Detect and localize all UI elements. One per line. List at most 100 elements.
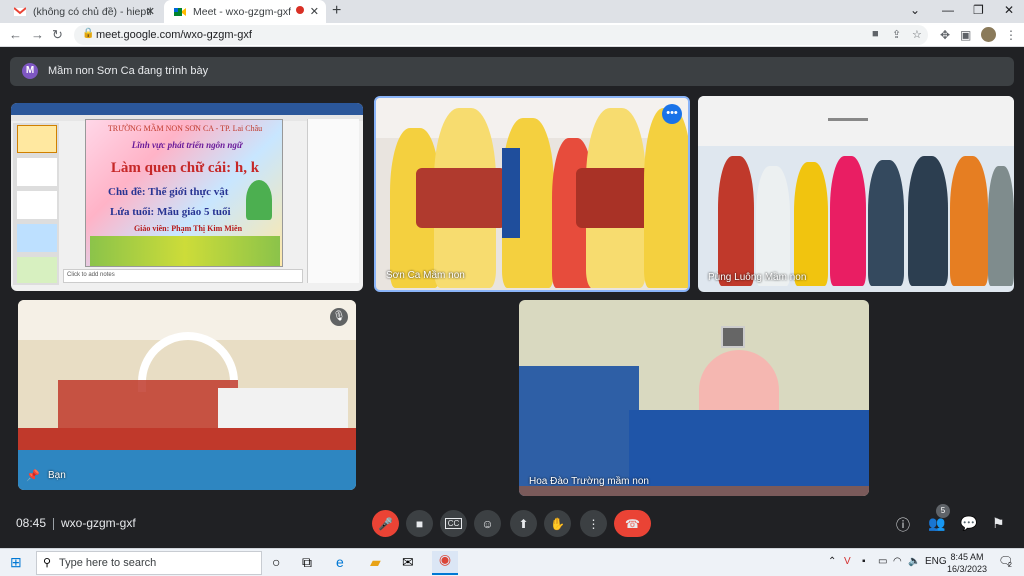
plaid-skirt [416, 168, 506, 228]
wifi-icon[interactable]: ◠ [893, 556, 902, 567]
camera-toggle-button[interactable]: ■ [406, 510, 433, 537]
microphone-toggle-button[interactable]: 🎤 [372, 510, 399, 537]
slide-subject: Lĩnh vực phát triển ngôn ngữ [131, 140, 243, 150]
back-button[interactable]: ← [9, 27, 22, 42]
volume-icon[interactable]: 🔈 [908, 556, 920, 567]
presentation-tile[interactable]: TRƯỜNG MẦM NON SƠN CA - TP. Lai Châu Lĩn… [11, 103, 363, 291]
more-options-icon[interactable]: ••• [662, 104, 682, 124]
antivirus-icon[interactable]: V [844, 556, 851, 567]
tab-gmail[interactable]: (không có chủ đề) - hiepthuyhon ✕ [4, 0, 162, 23]
reload-button[interactable]: ↻ [52, 27, 63, 43]
recording-indicator-icon [296, 6, 304, 14]
forward-button[interactable]: → [31, 27, 44, 42]
tab-search-icon[interactable]: ⌄ [910, 3, 920, 17]
participant-tile-pung-luong[interactable]: Pùng Luông Mầm non [698, 96, 1014, 292]
child-figure [988, 166, 1014, 286]
meeting-details-icon[interactable]: ⓘ [896, 515, 910, 535]
share-icon[interactable]: ⇪ [892, 28, 901, 41]
people-icon[interactable]: 👥 [928, 515, 945, 532]
grass-illustration [90, 236, 280, 266]
tray-app-icon[interactable]: ▪ [862, 556, 866, 567]
child-arm [502, 148, 520, 238]
notes-pane[interactable]: Click to add notes [63, 269, 303, 283]
child-figure [868, 160, 904, 286]
current-slide: TRƯỜNG MẦM NON SƠN CA - TP. Lai Châu Lĩn… [85, 119, 283, 267]
activities-icon[interactable]: ⚑ [992, 515, 1005, 532]
taskbar-search[interactable]: ⚲ Type here to search [36, 551, 262, 575]
divider [53, 518, 54, 530]
present-button[interactable]: ⬆ [510, 510, 537, 537]
tab-meet[interactable]: Meet - wxo-gzgm-gxf ✕ [164, 0, 326, 23]
tray-overflow-icon[interactable]: ⌃ [828, 556, 836, 567]
ceiling [698, 96, 1014, 146]
file-explorer-icon[interactable]: ▰ [370, 554, 381, 571]
new-tab-button[interactable]: + [332, 2, 341, 20]
meeting-time: 08:45 [16, 516, 47, 530]
reactions-button[interactable]: ☺ [474, 510, 501, 537]
notes-placeholder: Click to add notes [67, 272, 115, 278]
participant-name: Hoa Đào Trường mầm non [529, 476, 649, 487]
windows-start-icon[interactable]: ⊞ [10, 554, 22, 571]
mic-off-icon: 🎤 [378, 516, 393, 531]
slide-teacher: Giáo viên: Phạm Thị Kim Miên [133, 224, 243, 233]
more-vert-icon: ⋮ [587, 516, 600, 531]
browser-toolbar: ← → ↻ 🔒 meet.google.com/wxo-gzgm-gxf ■ ⇪… [0, 23, 1024, 47]
chrome-icon[interactable]: ◉ [432, 551, 458, 575]
captions-button[interactable]: CC [440, 510, 467, 537]
slide-thumbnail[interactable] [17, 125, 57, 153]
windows-taskbar: ⊞ ⚲ Type here to search ○ ⧉ e ▰ ✉ ◉ ⌃ V … [0, 548, 1024, 576]
powerpoint-ribbon [11, 103, 363, 115]
meet-icon [174, 7, 186, 16]
tree-illustration [246, 180, 272, 220]
extensions-icon[interactable]: ✥ [940, 28, 950, 42]
slide-thumbnail[interactable] [17, 191, 57, 219]
participant-tile-hoa-dao[interactable]: Hoa Đào Trường mầm non [519, 300, 869, 496]
search-placeholder: Type here to search [59, 557, 157, 569]
camera-in-use-icon[interactable]: ■ [872, 28, 879, 40]
edge-icon[interactable]: e [336, 554, 344, 570]
side-task-pane [307, 119, 359, 283]
leave-call-button[interactable]: ☎ [614, 510, 651, 537]
child-figure [908, 156, 948, 286]
browser-tab-strip: (không có chủ đề) - hiepthuyhon ✕ Meet -… [0, 0, 1024, 23]
slide-thumbnail[interactable] [17, 257, 57, 283]
minimize-button[interactable]: — [942, 3, 954, 17]
search-icon: ⚲ [43, 557, 52, 569]
mail-icon[interactable]: ✉ [402, 554, 414, 571]
child-figure [950, 156, 988, 286]
emoji-icon: ☺ [481, 516, 494, 531]
profile-avatar[interactable] [981, 27, 996, 42]
url-text: meet.google.com/wxo-gzgm-gxf [96, 29, 252, 41]
tab-label: Meet - wxo-gzgm-gxf [193, 5, 292, 18]
close-tab-icon[interactable]: ✕ [146, 5, 155, 18]
address-bar[interactable]: 🔒 meet.google.com/wxo-gzgm-gxf ■ ⇪ ☆ [74, 25, 928, 45]
participant-name: Bạn [48, 470, 66, 481]
battery-icon[interactable]: ▭ [878, 556, 887, 567]
participant-tile-self[interactable]: 🎙 📌 Bạn [18, 300, 356, 490]
children-group [629, 410, 869, 486]
blue-floor [18, 450, 356, 490]
presenting-banner: M Mầm non Sơn Ca đang trình bày [10, 57, 1014, 86]
slide-thumbnail[interactable] [17, 158, 57, 186]
pin-icon[interactable]: 📌 [26, 469, 40, 482]
slide-thumbnail[interactable] [17, 224, 57, 252]
presenter-avatar: M [22, 63, 38, 79]
child-figure [830, 156, 866, 286]
task-view-icon[interactable]: ⧉ [302, 554, 312, 571]
language-indicator[interactable]: ENG [925, 556, 947, 567]
ceiling-fan [828, 118, 868, 121]
taskbar-date[interactable]: 16/3/2023 [946, 564, 988, 574]
menu-kebab-icon[interactable]: ⋮ [1005, 28, 1017, 42]
maximize-button[interactable]: ❐ [973, 3, 984, 17]
taskbar-time[interactable]: 8:45 AM [950, 552, 984, 562]
chat-icon[interactable]: 💬 [960, 515, 977, 532]
participant-tile-son-ca[interactable]: ••• Sơn Ca Mầm non [374, 96, 690, 292]
close-tab-icon[interactable]: ✕ [310, 5, 319, 18]
close-window-button[interactable]: ✕ [1004, 3, 1014, 17]
lock-icon: 🔒 [82, 28, 95, 39]
raise-hand-button[interactable]: ✋ [544, 510, 571, 537]
bookmark-star-icon[interactable]: ☆ [912, 28, 922, 41]
cortana-icon[interactable]: ○ [272, 554, 280, 570]
more-options-button[interactable]: ⋮ [580, 510, 607, 537]
side-panel-icon[interactable]: ▣ [960, 28, 971, 42]
